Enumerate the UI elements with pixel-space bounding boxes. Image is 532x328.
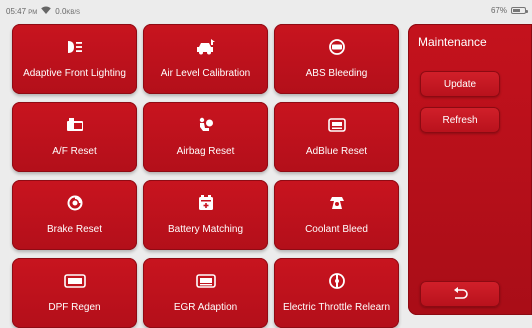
air-level-calibration-button[interactable]: Air Level Calibration xyxy=(143,24,268,94)
adaptive-front-lighting-button[interactable]: Adaptive Front Lighting xyxy=(12,24,137,94)
panel-title: Maintenance xyxy=(418,35,487,49)
update-button[interactable]: Update xyxy=(420,71,500,97)
tile-label: Air Level Calibration xyxy=(160,68,251,79)
network-speed-value: 0.0 xyxy=(55,6,67,16)
tile-label: Brake Reset xyxy=(46,224,103,235)
back-arrow-icon xyxy=(452,286,468,302)
status-left: 05:47 PM 0.0KB/S xyxy=(6,6,80,16)
abs-icon xyxy=(274,38,399,56)
status-right: 67% xyxy=(490,6,528,15)
status-time: 05:47 PM xyxy=(6,7,37,16)
tile-label: EGR Adaption xyxy=(173,302,238,313)
maintenance-panel: Maintenance Update Refresh xyxy=(408,24,532,315)
tile-label: Coolant Bleed xyxy=(305,224,368,235)
refresh-button-label: Refresh xyxy=(442,114,478,126)
tile-label: Electric Throttle Relearn xyxy=(282,302,391,313)
network-speed: 0.0KB/S xyxy=(55,7,80,16)
back-button[interactable] xyxy=(420,281,500,307)
adblue-reset-button[interactable]: AdBlue Reset xyxy=(274,102,399,172)
brake-disc-icon xyxy=(12,194,137,212)
electric-throttle-relearn-button[interactable]: Electric Throttle Relearn xyxy=(274,258,399,328)
airbag-reset-button[interactable]: Airbag Reset xyxy=(143,102,268,172)
status-time-value: 05:47 xyxy=(6,6,27,16)
throttle-icon xyxy=(274,272,399,290)
egr-icon xyxy=(143,272,268,290)
car-suspension-icon xyxy=(143,38,268,56)
tile-label: ABS Bleeding xyxy=(305,68,368,79)
network-speed-unit: KB/S xyxy=(66,9,81,16)
battery-matching-icon xyxy=(143,194,268,212)
update-button-label: Update xyxy=(443,78,477,90)
function-grid: Adaptive Front Lighting Air Level Calibr… xyxy=(12,24,404,328)
tile-label: Airbag Reset xyxy=(176,146,235,157)
abs-bleeding-button[interactable]: ABS Bleeding xyxy=(274,24,399,94)
tile-label: A/F Reset xyxy=(52,146,97,157)
tile-label: Adaptive Front Lighting xyxy=(23,68,126,79)
af-sensor-icon xyxy=(12,116,137,134)
battery-matching-button[interactable]: Battery Matching xyxy=(143,180,268,250)
status-time-ampm: PM xyxy=(28,9,38,16)
wifi-icon xyxy=(41,6,52,16)
dpf-regen-button[interactable]: DPF Regen xyxy=(12,258,137,328)
af-reset-button[interactable]: A/F Reset xyxy=(12,102,137,172)
headlight-icon xyxy=(12,38,137,56)
battery-level-fill xyxy=(513,9,521,12)
battery-icon xyxy=(511,7,528,14)
airbag-icon xyxy=(143,116,268,134)
brake-reset-button[interactable]: Brake Reset xyxy=(12,180,137,250)
adblue-icon xyxy=(274,116,399,134)
tile-label: AdBlue Reset xyxy=(305,146,368,157)
coolant-bleed-button[interactable]: Coolant Bleed xyxy=(274,180,399,250)
battery-percent: 67% xyxy=(490,6,507,15)
tile-label: Battery Matching xyxy=(167,224,244,235)
status-bar: 05:47 PM 0.0KB/S 67% xyxy=(0,0,532,20)
tile-label: DPF Regen xyxy=(48,302,101,313)
dpf-icon xyxy=(12,272,137,290)
coolant-icon xyxy=(274,194,399,212)
refresh-button[interactable]: Refresh xyxy=(420,107,500,133)
egr-adaption-button[interactable]: EGR Adaption xyxy=(143,258,268,328)
